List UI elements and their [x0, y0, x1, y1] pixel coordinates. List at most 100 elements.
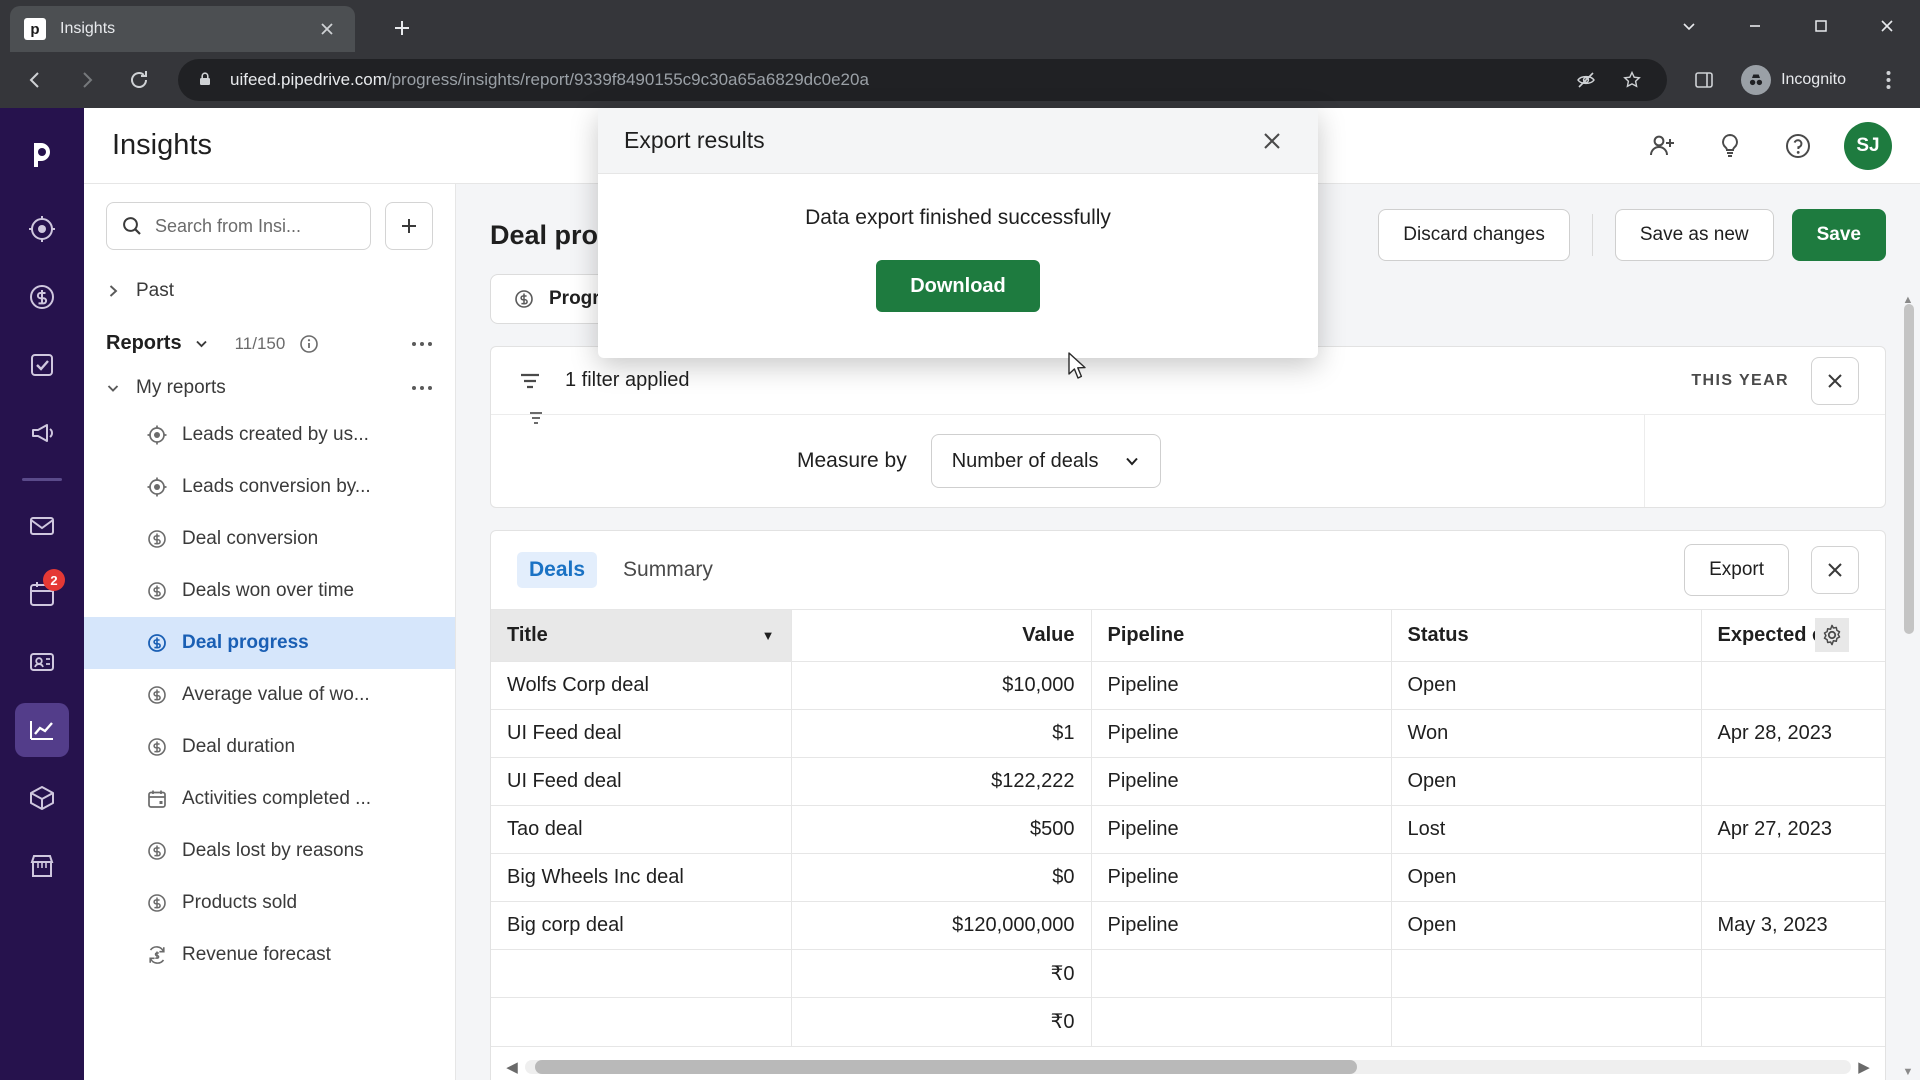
report-list-item-1[interactable]: Leads conversion by... [84, 461, 455, 513]
report-list-item-4[interactable]: Deal progress [84, 617, 455, 669]
column-header-status[interactable]: Status [1391, 609, 1702, 662]
column-header-title[interactable]: Title ▼ [491, 609, 792, 662]
close-icon[interactable] [1252, 121, 1292, 161]
sort-icon[interactable] [525, 407, 547, 429]
filter-applied-label: 1 filter applied [565, 369, 690, 391]
report-list-item-6[interactable]: Deal duration [84, 721, 455, 773]
reload-icon[interactable] [118, 59, 160, 101]
close-icon[interactable] [313, 15, 341, 43]
hscroll-track[interactable] [525, 1060, 1851, 1074]
hscroll-thumb[interactable] [535, 1060, 1358, 1074]
table-row[interactable]: ₹0 [491, 949, 1885, 998]
main-scrollbar[interactable] [1904, 304, 1914, 634]
add-report-button[interactable] [385, 202, 433, 250]
back-icon[interactable] [14, 59, 56, 101]
column-header-pipeline[interactable]: Pipeline [1091, 609, 1392, 662]
measure-by-select[interactable]: Number of deals [930, 434, 1162, 488]
forward-icon[interactable] [66, 59, 108, 101]
report-list-item-5[interactable]: Average value of wo... [84, 669, 455, 721]
my-reports-group[interactable]: My reports [84, 367, 455, 409]
new-tab-button[interactable] [382, 8, 422, 48]
cell-value: $500 [791, 805, 1092, 854]
table-row[interactable]: Tao deal $500 Pipeline Lost Apr 27, 2023 [491, 805, 1885, 854]
report-list-item-0[interactable]: Leads created by us... [84, 409, 455, 461]
sidebar-item-activities[interactable] [15, 338, 69, 392]
cell-pipeline: Pipeline [1091, 853, 1392, 902]
lightbulb-icon[interactable] [1706, 122, 1754, 170]
sort-desc-icon: ▼ [761, 628, 775, 643]
sidebar-item-contacts[interactable] [15, 635, 69, 689]
scroll-right-arrow-icon[interactable]: ▶ [1851, 1058, 1877, 1076]
table-row[interactable]: ₹0 [491, 997, 1885, 1046]
sidebar-item-deals[interactable] [15, 270, 69, 324]
export-button[interactable]: Export [1684, 544, 1789, 596]
cell-status: Open [1391, 901, 1702, 950]
minimize-icon[interactable] [1722, 0, 1788, 52]
sidebar-item-insights[interactable] [15, 703, 69, 757]
sidebar-item-marketplace[interactable] [15, 839, 69, 893]
report-list-item-2[interactable]: Deal conversion [84, 513, 455, 565]
sidebar-item-campaigns[interactable] [15, 406, 69, 460]
bookmark-star-icon[interactable] [1615, 63, 1649, 97]
table-row[interactable]: Big corp deal $120,000,000 Pipeline Open… [491, 901, 1885, 950]
report-list-item-9[interactable]: Products sold [84, 877, 455, 929]
more-horizontal-icon[interactable] [411, 341, 433, 347]
more-horizontal-icon[interactable] [411, 385, 433, 391]
dollar-circle-icon [146, 580, 168, 602]
save-button[interactable]: Save [1791, 209, 1886, 261]
cell-title: Wolfs Corp deal [491, 661, 792, 710]
past-section-toggle[interactable]: Past [84, 258, 455, 324]
chevron-down-icon[interactable] [1656, 0, 1722, 52]
maximize-icon[interactable] [1788, 0, 1854, 52]
profile-label: Incognito [1781, 71, 1846, 88]
tab-deals[interactable]: Deals [517, 552, 598, 588]
eye-off-icon[interactable] [1569, 63, 1603, 97]
profile-incognito-button[interactable]: Incognito [1735, 60, 1862, 100]
scroll-left-arrow-icon[interactable]: ◀ [499, 1058, 525, 1076]
gear-icon[interactable] [1815, 618, 1849, 652]
report-list-item-3[interactable]: Deals won over time [84, 565, 455, 617]
pipedrive-logo-icon[interactable] [20, 132, 64, 176]
save-as-new-button[interactable]: Save as new [1614, 209, 1774, 261]
report-list-item-10[interactable]: Revenue forecast [84, 929, 455, 981]
tab-summary[interactable]: Summary [611, 552, 725, 588]
chevron-down-icon[interactable] [194, 336, 209, 351]
cell-expected-close: May 3, 2023 [1701, 901, 1885, 950]
pipedrive-favicon-icon: p [24, 18, 46, 40]
dollar-circle-icon [146, 632, 168, 654]
cell-expected-close: Apr 27, 2023 [1701, 805, 1885, 854]
sidebar-item-products[interactable] [15, 771, 69, 825]
sidebar-item-mail[interactable] [15, 499, 69, 553]
table-row[interactable]: Wolfs Corp deal $10,000 Pipeline Open [491, 661, 1885, 710]
column-header-expected-close[interactable]: Expected cl [1701, 609, 1885, 662]
browser-menu-icon[interactable] [1870, 62, 1906, 98]
search-input[interactable]: Search from Insi... [106, 202, 371, 250]
help-circle-icon[interactable] [1774, 122, 1822, 170]
download-button[interactable]: Download [876, 260, 1040, 312]
avatar[interactable]: SJ [1844, 121, 1892, 170]
side-panel-icon[interactable] [1687, 63, 1721, 97]
discard-changes-button[interactable]: Discard changes [1378, 209, 1570, 261]
cell-status: Open [1391, 661, 1702, 710]
sidebar-item-calendar[interactable]: 2 [15, 567, 69, 621]
cell-pipeline: Pipeline [1091, 757, 1392, 806]
report-list-item-8[interactable]: Deals lost by reasons [84, 825, 455, 877]
main-scroll-down-arrow[interactable]: ▼ [1900, 1064, 1916, 1080]
column-header-value[interactable]: Value [791, 609, 1092, 662]
table-row[interactable]: UI Feed deal $1 Pipeline Won Apr 28, 202… [491, 709, 1885, 758]
table-row[interactable]: Big Wheels Inc deal $0 Pipeline Open [491, 853, 1885, 902]
window-close-icon[interactable] [1854, 0, 1920, 52]
filter-icon[interactable] [517, 368, 543, 394]
close-table-panel-button[interactable] [1811, 546, 1859, 594]
sidebar-item-leads[interactable] [15, 202, 69, 256]
table-row[interactable]: UI Feed deal $122,222 Pipeline Open [491, 757, 1885, 806]
cell-value: $1 [791, 709, 1092, 758]
info-icon[interactable] [299, 334, 319, 354]
add-person-icon[interactable] [1638, 122, 1686, 170]
horizontal-scrollbar[interactable]: ◀ ▶ [491, 1045, 1885, 1080]
modal-body: Data export finished successfully Downlo… [598, 174, 1318, 358]
report-list-item-7[interactable]: Activities completed ... [84, 773, 455, 825]
browser-tab[interactable]: p Insights [10, 6, 355, 52]
close-filter-button[interactable] [1811, 356, 1859, 405]
address-bar[interactable]: uifeed.pipedrive.com/progress/insights/r… [178, 59, 1668, 101]
